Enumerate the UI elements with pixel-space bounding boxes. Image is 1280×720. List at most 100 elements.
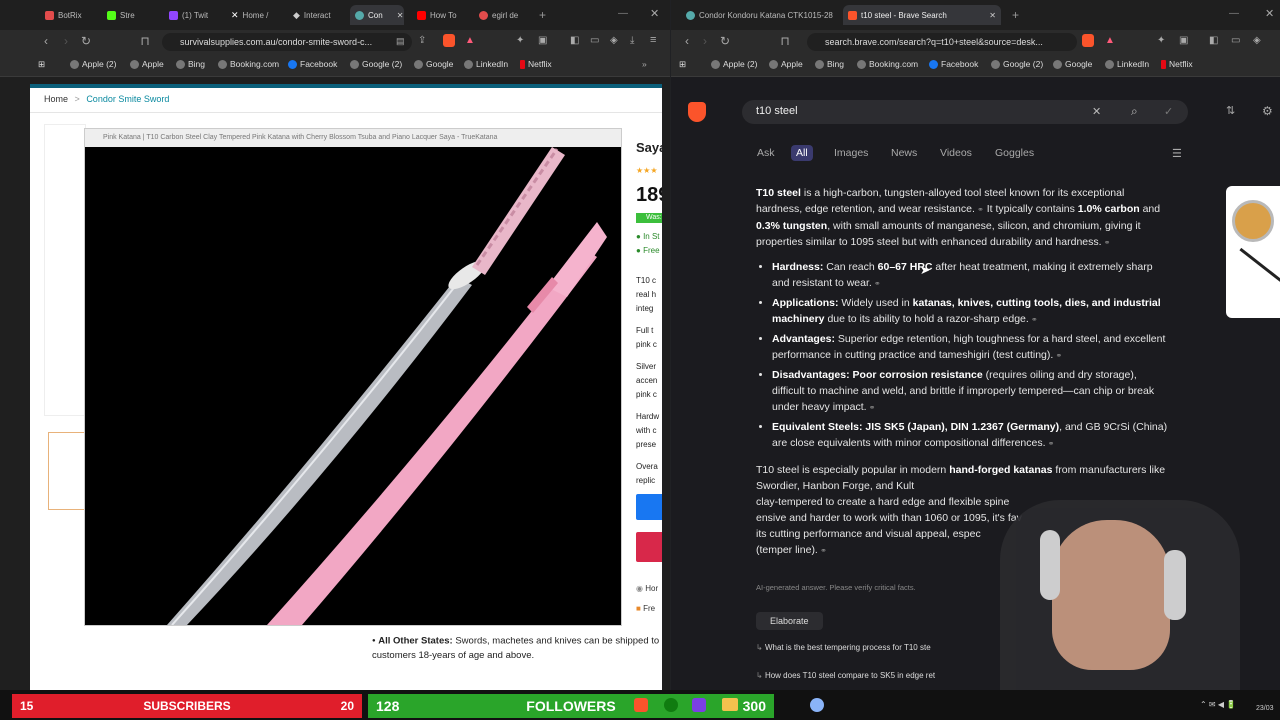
extensions-icon[interactable]: ✦ (516, 35, 524, 46)
bookmark-netflix[interactable]: Netflix (1161, 59, 1193, 69)
close-tab-icon[interactable]: ✕ (989, 11, 996, 20)
left-url-field[interactable]: survivalsupplies.com.au/condor-smite-swo… (162, 33, 412, 51)
bookmark-apple-2[interactable]: Apple (2) (711, 59, 758, 69)
settings-gear-icon[interactable]: ⚙ (1262, 104, 1273, 118)
apps-icon[interactable]: ⊞ (38, 59, 45, 70)
tab-brave-search[interactable]: t10 steel - Brave Search ✕ (843, 5, 1001, 25)
forward-icon[interactable]: › (697, 33, 713, 49)
knowledge-card-image[interactable] (1226, 186, 1280, 318)
link-icon[interactable]: ⚭ (1102, 238, 1111, 247)
media-icon[interactable]: ▣ (538, 35, 547, 46)
window-close-icon[interactable]: ✕ (1265, 7, 1274, 20)
add-to-cart-button[interactable] (636, 532, 662, 562)
link-icon[interactable]: ⚭ (1053, 351, 1063, 360)
app-taskbar-icon[interactable] (692, 698, 706, 712)
toggle-icon[interactable]: ⇅ (1226, 104, 1235, 117)
right-url-field[interactable]: search.brave.com/search?q=t10+steel&sour… (807, 33, 1077, 51)
reader-icon[interactable]: ▤ (396, 36, 405, 47)
bookmark-linkedin[interactable]: LinkedIn (1105, 59, 1149, 69)
brave-taskbar-icon[interactable] (634, 698, 648, 712)
bookmark-google[interactable]: Google (414, 59, 453, 69)
bookmark-apple-2[interactable]: Apple (2) (70, 59, 117, 69)
wallet-icon[interactable]: ▭ (590, 35, 599, 46)
bookmark-icon[interactable]: ⊓ (137, 33, 153, 49)
tab-botrix[interactable]: BotRix (40, 5, 98, 25)
tab-twitch[interactable]: (1) Twit (164, 5, 222, 25)
product-image-popup[interactable]: Pink Katana | T10 Carbon Steel Clay Temp… (84, 128, 622, 626)
clear-search-icon[interactable]: ✕ (1092, 105, 1101, 118)
tab-x-home[interactable]: ✕ Home / (226, 5, 284, 25)
window-close-icon[interactable]: ✕ (650, 7, 659, 20)
share-icon[interactable]: ⇪ (418, 35, 426, 46)
minimize-icon[interactable]: — (618, 8, 628, 19)
back-icon[interactable]: ‹ (679, 33, 695, 49)
thumbnail[interactable] (48, 432, 86, 510)
reload-icon[interactable]: ↻ (717, 33, 733, 49)
search-box[interactable] (742, 100, 1188, 124)
vpn-icon[interactable]: ◈ (1253, 35, 1261, 46)
brave-logo-icon[interactable] (688, 102, 706, 122)
tab-all[interactable]: All (791, 145, 813, 161)
bookmark-apple[interactable]: Apple (130, 59, 164, 69)
reload-icon[interactable]: ↻ (78, 33, 94, 49)
checkmark-icon[interactable]: ✓ (1164, 105, 1173, 118)
bookmark-facebook[interactable]: Facebook (288, 59, 337, 69)
bookmark-bing[interactable]: Bing (815, 59, 844, 69)
tab-condor-active[interactable]: Con ✕ (350, 5, 404, 25)
tab-videos[interactable]: Videos (940, 147, 972, 159)
link-icon[interactable]: ⚭ (867, 403, 876, 412)
filter-icon[interactable]: ☰ (1172, 147, 1182, 160)
bookmark-google-2[interactable]: Google (2) (991, 59, 1043, 69)
tab-egirl[interactable]: egirl de (474, 5, 532, 25)
xbox-taskbar-icon[interactable] (664, 698, 678, 712)
bookmark-facebook[interactable]: Facebook (929, 59, 978, 69)
forward-icon[interactable]: › (58, 33, 74, 49)
bookmark-google[interactable]: Google (1053, 59, 1092, 69)
tab-interact[interactable]: ◆ Interact (288, 5, 348, 25)
tab-youtube[interactable]: How To (412, 5, 472, 25)
wallet-icon[interactable]: ▭ (1231, 35, 1240, 46)
suggestion-2[interactable]: ↳ How does T10 steel compare to SK5 in e… (756, 671, 966, 680)
sidebar-icon[interactable]: ◧ (570, 35, 579, 46)
brave-shield-icon[interactable] (1082, 34, 1094, 47)
tab-ask[interactable]: Ask (757, 147, 775, 159)
bookmark-google-2[interactable]: Google (2) (350, 59, 402, 69)
apps-icon[interactable]: ⊞ (679, 59, 686, 70)
breadcrumb-home-link[interactable]: Home (44, 94, 68, 104)
breadcrumb-current[interactable]: Condor Smite Sword (86, 94, 169, 104)
tab-goggles[interactable]: Goggles (995, 147, 1034, 159)
folder-taskbar-icon[interactable] (722, 698, 738, 711)
bookmark-booking[interactable]: Booking.com (857, 59, 918, 69)
bookmark-apple[interactable]: Apple (769, 59, 803, 69)
close-tab-icon[interactable]: ✕ (397, 11, 404, 20)
new-tab-button[interactable]: + (1007, 5, 1023, 25)
bookmark-icon[interactable]: ⊓ (777, 33, 793, 49)
link-icon[interactable]: ⚭ (975, 205, 984, 214)
sidebar-icon[interactable]: ◧ (1209, 35, 1218, 46)
media-icon[interactable]: ▣ (1179, 35, 1188, 46)
buy-button-blue[interactable] (636, 494, 662, 520)
elaborate-button[interactable]: Elaborate (756, 612, 823, 630)
bookmark-booking[interactable]: Booking.com (218, 59, 279, 69)
link-icon[interactable]: ⚭ (818, 546, 827, 555)
vpn-icon[interactable]: ◈ (610, 35, 618, 46)
back-icon[interactable]: ‹ (38, 33, 54, 49)
settings-taskbar-icon[interactable] (810, 698, 824, 712)
link-icon[interactable]: ⚭ (872, 279, 881, 288)
menu-icon[interactable]: ≡ (650, 34, 656, 46)
tab-stream[interactable]: Stre (102, 5, 160, 25)
tab-images[interactable]: Images (834, 147, 868, 159)
brave-rewards-icon[interactable]: ▲ (465, 35, 475, 46)
tab-news[interactable]: News (891, 147, 917, 159)
link-icon[interactable]: ⚭ (1046, 439, 1055, 448)
brave-shield-icon[interactable] (443, 34, 455, 47)
suggestion-1[interactable]: ↳ What is the best tempering process for… (756, 643, 966, 652)
bookmark-bing[interactable]: Bing (176, 59, 205, 69)
search-icon[interactable]: ⌕ (1131, 104, 1138, 119)
new-tab-button[interactable]: + (534, 5, 550, 25)
link-icon[interactable]: ⚭ (1029, 315, 1038, 324)
bookmark-linkedin[interactable]: LinkedIn (464, 59, 508, 69)
search-query-text[interactable]: t10 steel (756, 105, 798, 117)
download-icon[interactable]: ⤓ (630, 35, 634, 46)
more-bookmarks-icon[interactable]: » (642, 59, 647, 69)
